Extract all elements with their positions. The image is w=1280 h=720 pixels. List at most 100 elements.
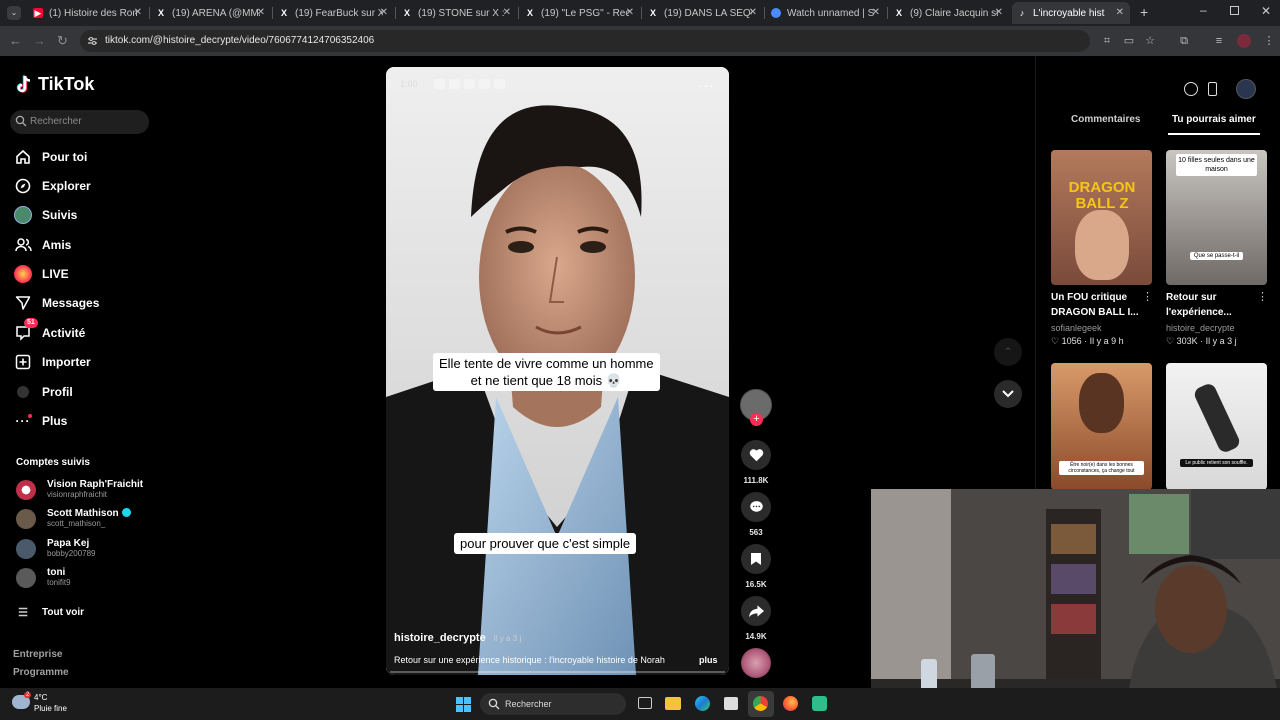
panel-user-avatar[interactable] bbox=[1236, 79, 1256, 99]
sidebar-item-more[interactable]: ··· Plus bbox=[14, 410, 67, 432]
browser-menu-icon[interactable]: ⋮ bbox=[1262, 34, 1276, 48]
file-explorer-icon[interactable] bbox=[665, 697, 681, 710]
control-dot-icon[interactable] bbox=[434, 79, 445, 89]
video-author[interactable]: histoire_decrypte bbox=[394, 632, 486, 644]
task-view-icon[interactable] bbox=[638, 697, 652, 709]
taskbar-search[interactable]: Rechercher bbox=[480, 693, 626, 715]
recommended-video-thumbnail[interactable]: DRAGON BALL Z bbox=[1051, 150, 1152, 285]
tab-commentaires[interactable]: Commentaires bbox=[1071, 114, 1140, 125]
extensions-icon[interactable]: ⧉ bbox=[1177, 34, 1191, 48]
browser-tab[interactable]: ▶ (1) Histoire des Rom ✕ bbox=[28, 2, 148, 24]
recommended-video-thumbnail[interactable]: 10 filles seules dans une maison Que se … bbox=[1166, 150, 1267, 285]
media-controls-icon[interactable]: ≡ bbox=[1212, 34, 1226, 48]
browser-tab[interactable]: Watch unnamed | St ✕ bbox=[766, 2, 886, 24]
see-all-followed-button[interactable]: ☰ Tout voir bbox=[14, 601, 84, 623]
close-tab-icon[interactable]: ✕ bbox=[626, 7, 634, 18]
close-tab-icon[interactable]: ✕ bbox=[380, 7, 388, 18]
creator-avatar-button[interactable]: + bbox=[740, 389, 772, 426]
sidebar-item-following[interactable]: Suivis bbox=[14, 204, 77, 226]
chrome-icon[interactable] bbox=[748, 691, 774, 717]
control-dot-icon[interactable] bbox=[464, 79, 475, 89]
windows-start-icon[interactable] bbox=[456, 697, 471, 712]
browser-tab[interactable]: X (9) Claire Jacquin sur ✕ bbox=[889, 2, 1009, 24]
follow-plus-icon[interactable]: + bbox=[750, 413, 763, 426]
sidebar-item-friends[interactable]: Amis bbox=[14, 234, 71, 256]
comment-button[interactable]: 563 bbox=[740, 492, 772, 537]
browser-tab[interactable]: X (19) ARENA (@MMA ✕ bbox=[151, 2, 271, 24]
panel-compass-icon[interactable] bbox=[1184, 82, 1198, 96]
sidebar-item-profile[interactable]: Profil bbox=[14, 381, 73, 403]
sidebar-item-send[interactable]: Messages bbox=[14, 292, 99, 314]
bookmark-star-icon[interactable]: ☆ bbox=[1143, 34, 1157, 48]
back-icon[interactable]: ← bbox=[9, 33, 22, 49]
description-more-link[interactable]: plus bbox=[699, 655, 718, 665]
recommended-video-thumbnail[interactable]: Le public retient son souffle. bbox=[1166, 363, 1267, 490]
tiktok-logo[interactable]: TikTok bbox=[16, 74, 94, 95]
new-tab-icon[interactable]: + bbox=[1140, 4, 1148, 20]
profile-avatar-icon[interactable] bbox=[1237, 34, 1251, 48]
panel-device-icon[interactable] bbox=[1208, 82, 1217, 96]
close-tab-icon[interactable]: ✕ bbox=[134, 7, 142, 18]
browser-tab[interactable]: X (19) "Le PSG" - Reche✕ bbox=[520, 2, 640, 24]
card-username[interactable]: histoire_decrypte bbox=[1166, 323, 1235, 333]
avatar bbox=[16, 539, 36, 559]
video-more-options-icon[interactable]: ··· bbox=[698, 77, 715, 93]
card-title[interactable]: Un FOU critique DRAGON BALL I... bbox=[1051, 290, 1139, 320]
edge-browser-icon[interactable] bbox=[695, 696, 710, 711]
thumbnail-title-text: DRAGON BALL Z bbox=[1068, 179, 1136, 212]
card-username[interactable]: sofianlegeek bbox=[1051, 323, 1102, 333]
sidebar-item-home[interactable]: Pour toi bbox=[14, 146, 87, 168]
reload-icon[interactable]: ↻ bbox=[57, 33, 68, 49]
music-disc-button[interactable] bbox=[740, 648, 772, 678]
control-dot-icon[interactable] bbox=[494, 79, 505, 89]
minimize-icon[interactable]: – bbox=[1200, 3, 1207, 17]
cast-icon[interactable]: ▭ bbox=[1122, 34, 1136, 48]
share-count: 14.9K bbox=[745, 632, 767, 641]
control-dot-icon[interactable] bbox=[449, 79, 460, 89]
close-tab-icon[interactable]: ✕ bbox=[503, 7, 511, 18]
close-tab-icon[interactable]: ✕ bbox=[872, 7, 880, 18]
video-player[interactable]: 1:00 ··· Elle tente de vivre comme un ho… bbox=[386, 67, 729, 675]
close-window-icon[interactable]: ✕ bbox=[1261, 4, 1271, 18]
maximize-icon[interactable] bbox=[1230, 6, 1239, 15]
sidebar-item-inbox[interactable]: 51 Activité bbox=[14, 318, 85, 344]
close-tab-icon[interactable]: ✕ bbox=[1116, 7, 1124, 18]
site-settings-icon[interactable] bbox=[87, 36, 98, 46]
card-more-icon[interactable]: ⋮ bbox=[1257, 290, 1268, 303]
browser-tab-title: (1) Histoire des Rom bbox=[49, 7, 137, 19]
browser-tab[interactable]: X (19) FearBuck sur X : ✕ bbox=[274, 2, 394, 24]
tab-list-chevron-icon[interactable]: ⌄ bbox=[7, 6, 21, 20]
share-button[interactable]: 14.9K bbox=[740, 596, 772, 641]
like-button[interactable]: 111.8K bbox=[740, 440, 772, 485]
footer-link-entreprise[interactable]: Entreprise bbox=[13, 649, 62, 660]
sidebar-item-live[interactable]: LIVE bbox=[14, 263, 69, 285]
recommended-video-thumbnail[interactable]: Être noir(e) dans les bonnes circonstanc… bbox=[1051, 363, 1152, 490]
card-title[interactable]: Retour sur l'expérience... bbox=[1166, 290, 1232, 320]
search-input[interactable]: Rechercher bbox=[10, 110, 149, 134]
thumbnail-title-text: 10 filles seules dans une maison bbox=[1176, 154, 1257, 176]
app-icon[interactable] bbox=[812, 696, 827, 711]
footer-link-programme[interactable]: Programme bbox=[13, 667, 69, 678]
sidebar-item-compass[interactable]: Explorer bbox=[14, 175, 91, 197]
video-controls-bar[interactable] bbox=[434, 79, 512, 89]
close-tab-icon[interactable]: ✕ bbox=[749, 7, 757, 18]
close-tab-icon[interactable]: ✕ bbox=[995, 7, 1003, 18]
card-more-icon[interactable]: ⋮ bbox=[1142, 290, 1153, 303]
close-tab-icon[interactable]: ✕ bbox=[257, 7, 265, 18]
tab-tu-pourrais-aimer[interactable]: Tu pourrais aimer bbox=[1172, 114, 1256, 125]
store-icon[interactable] bbox=[724, 697, 738, 710]
url-field[interactable]: tiktok.com/@histoire_decrypte/video/7606… bbox=[80, 30, 1090, 52]
sidebar-item-upload[interactable]: Importer bbox=[14, 351, 91, 373]
previous-video-button[interactable]: ⌃ bbox=[994, 338, 1022, 366]
firefox-icon[interactable] bbox=[783, 696, 798, 711]
browser-tab[interactable]: X (19) STONE sur X : " ✕ bbox=[397, 2, 517, 24]
next-video-button[interactable] bbox=[994, 380, 1022, 408]
forward-icon[interactable]: → bbox=[33, 33, 46, 49]
save-button[interactable]: 16.5K bbox=[740, 544, 772, 589]
browser-tab-title: (19) ARENA (@MMA bbox=[172, 7, 260, 19]
browser-tab[interactable]: X (19) DANS LA SÉQUE✕ bbox=[643, 2, 763, 24]
browser-tab[interactable]: ♪ L'incroyable hist ✕ bbox=[1012, 2, 1130, 24]
control-dot-icon[interactable] bbox=[479, 79, 490, 89]
translate-icon[interactable]: ⌗ bbox=[1100, 34, 1114, 48]
video-progress-bar[interactable] bbox=[390, 671, 725, 673]
